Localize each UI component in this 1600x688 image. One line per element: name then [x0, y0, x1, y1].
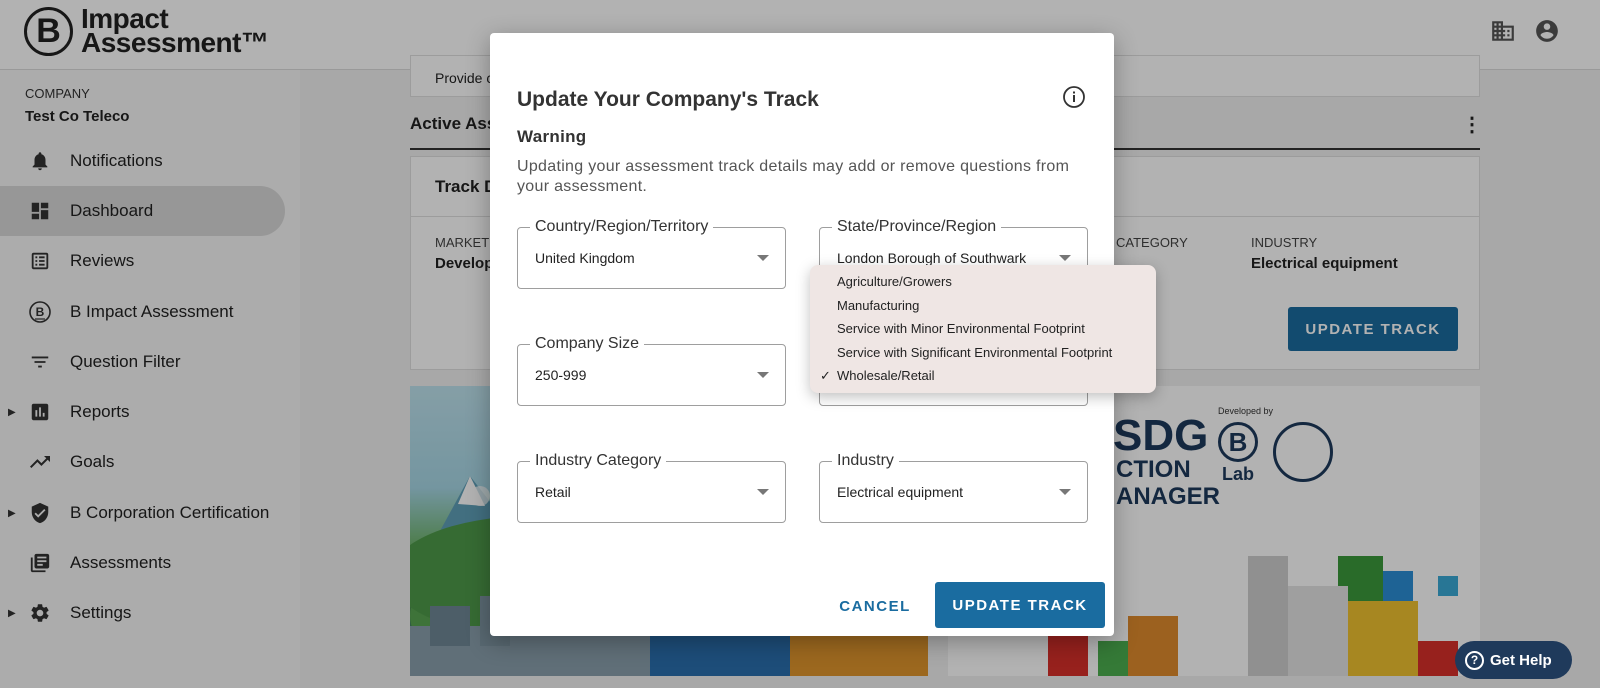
info-icon[interactable]: [1062, 85, 1086, 109]
dropdown-arrow-icon: [757, 489, 769, 495]
industry-category-select-label: Industry Category: [530, 452, 667, 470]
company-size-select-label: Company Size: [530, 335, 645, 353]
dropdown-option[interactable]: Manufacturing: [810, 294, 1156, 318]
industry-category-select-value: Retail: [535, 484, 571, 500]
dropdown-arrow-icon: [757, 372, 769, 378]
sector-dropdown-menu: Agriculture/Growers Manufacturing Servic…: [810, 265, 1156, 393]
get-help-label: Get Help: [1490, 651, 1552, 669]
company-size-select-value: 250-999: [535, 367, 587, 383]
state-select-label: State/Province/Region: [832, 218, 1002, 236]
dropdown-option[interactable]: Service with Significant Environmental F…: [810, 341, 1156, 365]
company-size-select[interactable]: Company Size 250-999: [517, 335, 786, 406]
industry-select-label: Industry: [832, 452, 899, 470]
help-question-icon: ?: [1465, 650, 1484, 670]
industry-select[interactable]: Industry Electrical equipment: [819, 452, 1088, 523]
dialog-title: Update Your Company's Track: [517, 88, 819, 111]
dropdown-option-label: Agriculture/Growers: [837, 274, 952, 290]
dropdown-option[interactable]: Service with Minor Environmental Footpri…: [810, 317, 1156, 341]
warning-text: Updating your assessment track details m…: [517, 158, 1070, 195]
country-select[interactable]: Country/Region/Territory United Kingdom: [517, 218, 786, 289]
dropdown-arrow-icon: [1059, 489, 1071, 495]
update-track-button[interactable]: UPDATE TRACK: [935, 582, 1105, 628]
dropdown-option-label: Service with Minor Environmental Footpri…: [837, 321, 1085, 337]
dropdown-option[interactable]: Agriculture/Growers: [810, 270, 1156, 294]
dropdown-arrow-icon: [1059, 255, 1071, 261]
country-select-value: United Kingdom: [535, 250, 635, 266]
dropdown-option-selected[interactable]: ✓ Wholesale/Retail: [810, 364, 1156, 388]
checkmark-icon: ✓: [820, 367, 831, 383]
industry-select-value: Electrical equipment: [837, 484, 964, 500]
warning-heading: Warning: [517, 127, 587, 146]
dropdown-option-label: Wholesale/Retail: [837, 368, 935, 384]
country-select-label: Country/Region/Territory: [530, 218, 714, 236]
cancel-button[interactable]: CANCEL: [830, 583, 920, 629]
industry-category-select[interactable]: Industry Category Retail: [517, 452, 786, 523]
dropdown-arrow-icon: [757, 255, 769, 261]
state-select-value: London Borough of Southwark: [837, 250, 1027, 266]
dropdown-option-label: Manufacturing: [837, 297, 920, 313]
get-help-button[interactable]: ? Get Help: [1455, 641, 1572, 679]
dropdown-option-label: Service with Significant Environmental F…: [837, 344, 1113, 360]
